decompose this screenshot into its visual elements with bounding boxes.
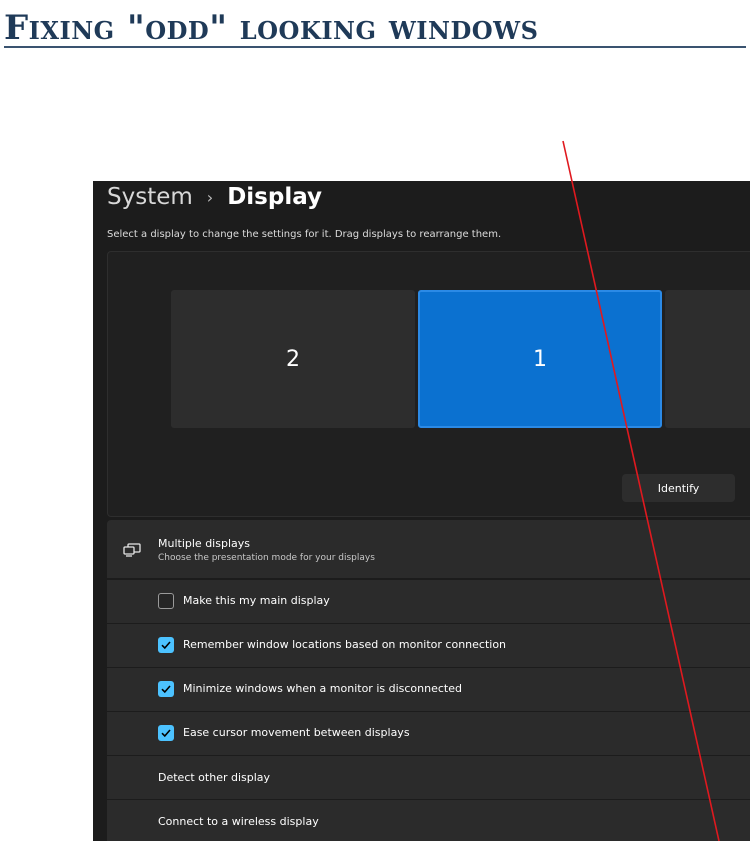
annotation-line — [562, 140, 720, 841]
